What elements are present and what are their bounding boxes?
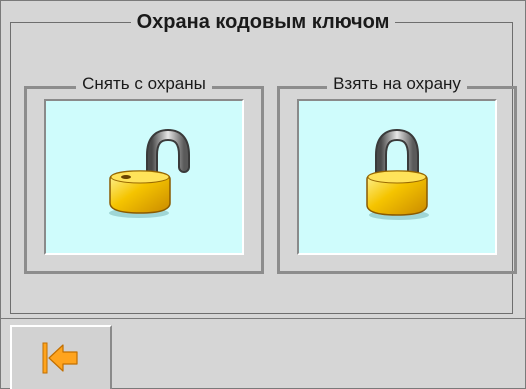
unlocked-padlock-icon [109, 128, 190, 218]
disarm-button[interactable] [44, 99, 244, 255]
back-button[interactable] [10, 325, 112, 389]
locked-padlock-icon [366, 128, 429, 220]
back-arrow-icon [42, 342, 78, 374]
arm-button[interactable] [297, 99, 497, 255]
